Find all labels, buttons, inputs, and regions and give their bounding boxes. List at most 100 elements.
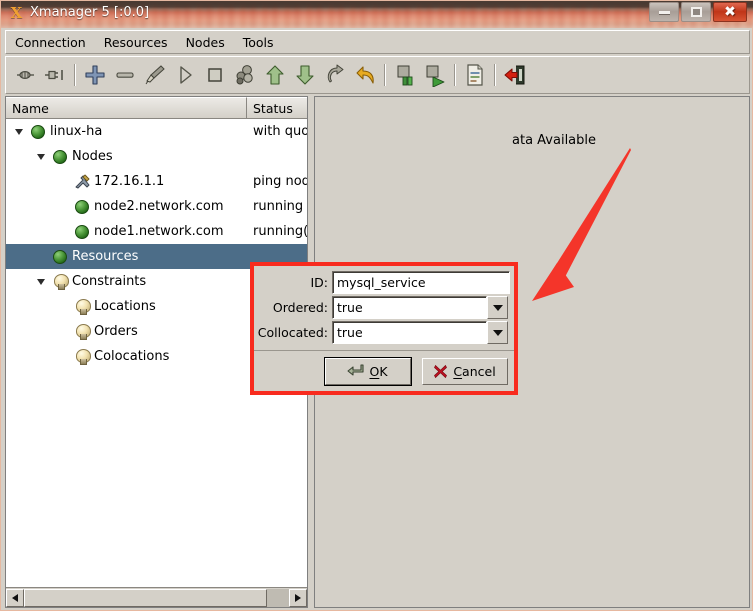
toolbar-move-down-button[interactable] [290, 60, 320, 90]
column-header-status[interactable]: Status [247, 97, 307, 119]
toolbar-undo-button[interactable] [350, 60, 380, 90]
start-play-icon [173, 63, 197, 87]
undo-icon [353, 63, 377, 87]
collocated-dropdown-button[interactable] [487, 321, 508, 344]
minimize-button[interactable] [649, 2, 679, 22]
cancel-mnemonic: C [453, 363, 463, 379]
maximize-button[interactable] [681, 2, 711, 22]
close-icon: ✖ [724, 4, 736, 20]
ok-button[interactable]: OK [323, 356, 412, 386]
bulb-icon [73, 294, 91, 319]
tree-row-status: with quor [253, 124, 307, 139]
toolbar-migrate-group-button[interactable] [230, 60, 260, 90]
report-icon [463, 63, 487, 87]
green-ball-glyph [53, 149, 67, 164]
green-ball-icon [73, 194, 91, 219]
scroll-left-button[interactable] [6, 588, 24, 607]
menu-item-connection[interactable]: Connection [6, 32, 95, 53]
add-icon [83, 63, 107, 87]
tree-row[interactable]: 172.16.1.1 ping node [6, 169, 307, 194]
ok-mnemonic: O [369, 363, 380, 379]
twisty-expanded-icon[interactable] [34, 144, 48, 169]
toolbar-move-up-button[interactable] [260, 60, 290, 90]
chevron-down-icon [37, 278, 45, 285]
move-down-icon [293, 63, 317, 87]
toolbar-report-button[interactable] [460, 60, 490, 90]
toolbar-stop-square-button[interactable] [200, 60, 230, 90]
minimize-icon [658, 10, 670, 14]
toolbar-disconnect-button[interactable] [40, 60, 70, 90]
tree-row-label: node1.network.com [94, 224, 224, 239]
toolbar-connect-button[interactable] [10, 60, 40, 90]
toolbar-cleanup-brush-button[interactable] [140, 60, 170, 90]
enter-arrow-icon [347, 363, 365, 376]
tree-row[interactable]: node1.network.com running(c [6, 219, 307, 244]
toolbar [5, 56, 750, 94]
red-x-icon [434, 364, 448, 378]
green-ball-icon [51, 244, 69, 269]
chevron-down-icon [492, 304, 503, 311]
tree-row-status: running [253, 199, 304, 214]
remove-icon [113, 63, 137, 87]
resource-group-dialog: ID: mysql_service Ordered: true Collocat… [254, 266, 514, 391]
column-header-name[interactable]: Name [6, 97, 247, 119]
cleanup-brush-icon [143, 63, 167, 87]
collocated-combo-value[interactable]: true [332, 321, 487, 344]
toolbar-online-node-button[interactable] [420, 60, 450, 90]
arrow-left-icon [12, 593, 18, 602]
menu-item-resources[interactable]: Resources [95, 32, 177, 53]
toolbar-remove-button[interactable] [110, 60, 140, 90]
green-ball-glyph [75, 199, 89, 214]
bulb-icon [73, 319, 91, 344]
menu-item-tools[interactable]: Tools [234, 32, 283, 53]
tree-row-status: running(c [253, 224, 307, 239]
toolbar-separator [454, 64, 456, 86]
stop-square-icon [203, 63, 227, 87]
cancel-label-rest: ancel [462, 363, 496, 379]
ordered-label: Ordered: [272, 300, 328, 315]
exit-icon [503, 63, 527, 87]
migrate-group-icon [233, 63, 257, 87]
id-input[interactable]: mysql_service [332, 271, 510, 294]
scrollbar-thumb[interactable] [24, 588, 267, 607]
chevron-down-icon [492, 329, 503, 336]
tree-row[interactable]: linux-ha with quor [6, 119, 307, 144]
toolbar-separator [74, 64, 76, 86]
toolbar-start-play-button[interactable] [170, 60, 200, 90]
connect-icon [13, 63, 37, 87]
chevron-down-icon [37, 153, 45, 160]
ok-label-rest: K [379, 363, 388, 379]
ordered-field-row: Ordered: true [254, 295, 508, 320]
chevron-down-icon [15, 128, 23, 135]
tree-row[interactable]: Nodes [6, 144, 307, 169]
tree-horizontal-scrollbar[interactable] [6, 587, 307, 607]
standby-node-icon [393, 63, 417, 87]
maximize-icon [690, 7, 702, 17]
twisty-expanded-icon[interactable] [12, 119, 26, 144]
close-button[interactable]: ✖ [713, 2, 747, 22]
tree-row-label: Nodes [72, 149, 113, 164]
ordered-dropdown-button[interactable] [487, 296, 508, 319]
menu-item-nodes[interactable]: Nodes [177, 32, 234, 53]
resource-group-dialog-highlight: ID: mysql_service Ordered: true Collocat… [250, 262, 518, 395]
tree-row-label: Colocations [94, 349, 170, 364]
tree-row[interactable]: node2.network.com running [6, 194, 307, 219]
bulb-glyph [75, 349, 91, 365]
twisty-expanded-icon[interactable] [34, 269, 48, 294]
tree-row-label: Orders [94, 324, 138, 339]
toolbar-exit-button[interactable] [500, 60, 530, 90]
toolbar-add-button[interactable] [80, 60, 110, 90]
app-logo-icon: X [10, 4, 23, 22]
toolbar-separator [384, 64, 386, 86]
tree-column-header: Name Status [6, 97, 307, 119]
scroll-right-button[interactable] [289, 588, 307, 607]
id-field-row: ID: mysql_service [254, 270, 510, 295]
green-ball-icon [73, 219, 91, 244]
green-ball-glyph [75, 224, 89, 239]
ordered-combo-value[interactable]: true [332, 296, 487, 319]
toolbar-refresh-button[interactable] [320, 60, 350, 90]
scrollbar-track[interactable] [24, 588, 289, 607]
cancel-button[interactable]: Cancel [421, 357, 508, 385]
cancel-button-label: Cancel [453, 364, 495, 379]
toolbar-standby-node-button[interactable] [390, 60, 420, 90]
